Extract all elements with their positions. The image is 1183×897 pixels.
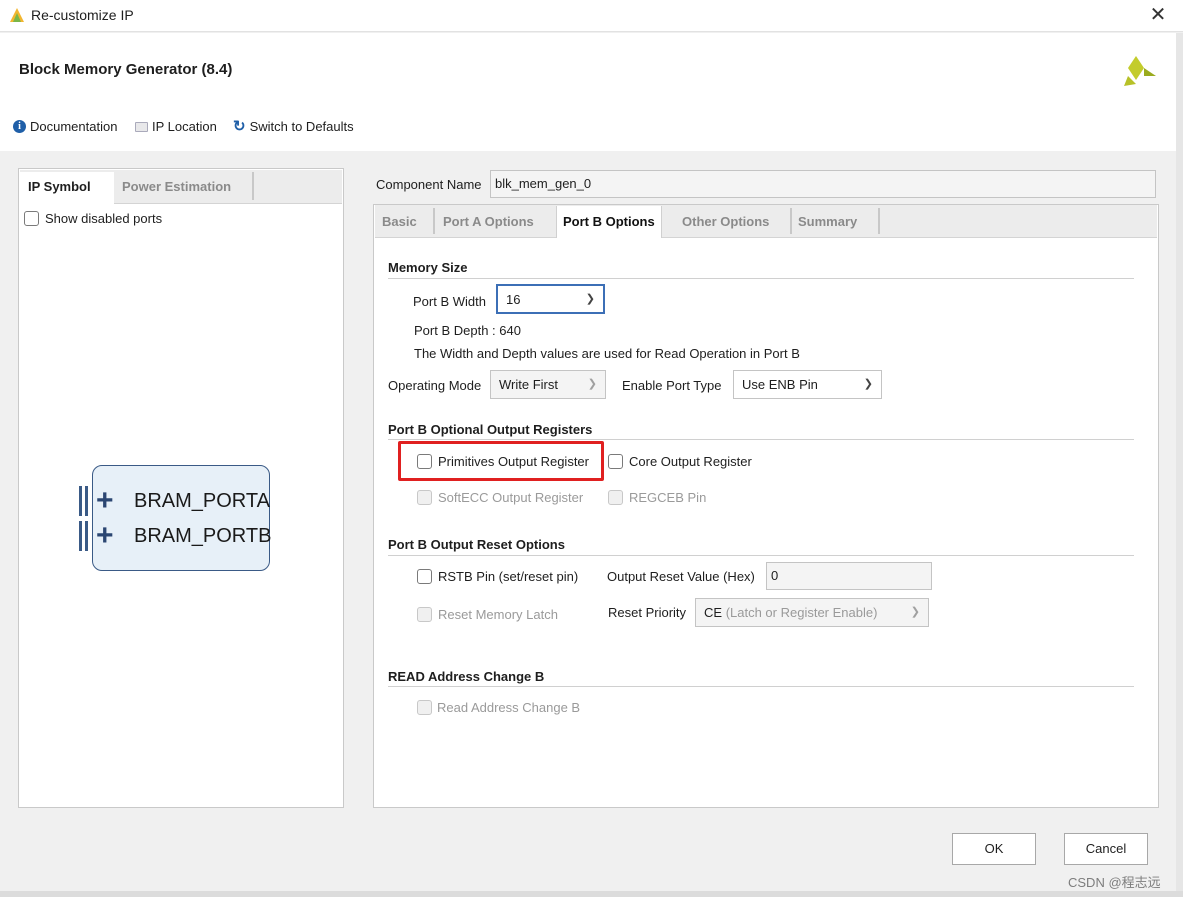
ip-location-label: IP Location [152, 119, 217, 134]
tab-port-b-options[interactable]: Port B Options [556, 206, 662, 238]
width-depth-note: The Width and Depth values are used for … [414, 346, 800, 361]
show-disabled-ports-label: Show disabled ports [45, 211, 163, 226]
switch-defaults-label: Switch to Defaults [249, 119, 354, 134]
read-address-change-checkbox [417, 700, 432, 715]
expand-plus-icon[interactable]: + [96, 486, 114, 516]
read-address-change-label: Read Address Change B [437, 700, 581, 715]
softecc-output-register-label: SoftECC Output Register [438, 490, 584, 505]
tab-divider [878, 208, 880, 234]
rstb-pin-label: RSTB Pin (set/reset pin) [438, 569, 579, 584]
options-panel [373, 204, 1159, 808]
bus-line [85, 486, 88, 516]
component-name-input[interactable]: blk_mem_gen_0 [490, 170, 1156, 198]
regceb-pin-checkbox [608, 490, 623, 505]
reset-priority-select[interactable]: CE (Latch or Register Enable) ❯ [695, 598, 929, 627]
rstb-pin-checkbox[interactable] [417, 569, 432, 584]
expand-plus-icon[interactable]: + [96, 521, 114, 551]
highlight-box [398, 441, 604, 481]
window-edge [0, 891, 1183, 897]
folder-icon [135, 121, 148, 132]
info-icon: i [13, 120, 26, 133]
xilinx-logo-icon [1122, 54, 1158, 88]
enable-port-type-value: Use ENB Pin [742, 377, 818, 392]
window-title: Re-customize IP [31, 7, 134, 23]
port-a-label: BRAM_PORTA [134, 490, 270, 512]
chevron-down-icon: ❯ [863, 378, 873, 390]
port-b-width-label: Port B Width [413, 294, 486, 309]
ok-button[interactable]: OK [952, 833, 1036, 865]
softecc-output-register-checkbox [417, 490, 432, 505]
optional-output-registers-title: Port B Optional Output Registers [388, 422, 593, 437]
window-edge [1176, 33, 1183, 891]
tab-basic[interactable]: Basic [376, 206, 423, 238]
output-reset-value-label: Output Reset Value (Hex) [607, 569, 755, 584]
tab-port-a-options[interactable]: Port A Options [437, 206, 540, 238]
port-b-depth-text: Port B Depth : 640 [414, 323, 521, 338]
documentation-label: Documentation [30, 119, 118, 134]
port-b-label: BRAM_PORTB [134, 525, 272, 547]
port-b-width-select[interactable]: 16 ❯ [496, 284, 605, 314]
show-disabled-ports-checkbox[interactable] [24, 211, 39, 226]
core-output-register-checkbox[interactable] [608, 454, 623, 469]
tab-summary[interactable]: Summary [792, 206, 863, 238]
switch-defaults-link[interactable]: ↻ Switch to Defaults [233, 119, 354, 134]
reset-priority-label: Reset Priority [608, 605, 687, 620]
section-divider [388, 439, 1134, 440]
port-b-width-value: 16 [506, 291, 521, 307]
tab-power-estimation[interactable]: Power Estimation [114, 172, 239, 204]
bus-line [79, 486, 82, 516]
reset-memory-latch-label: Reset Memory Latch [438, 607, 558, 622]
chevron-down-icon: ❯ [910, 606, 920, 618]
operating-mode-select[interactable]: Write First ❯ [490, 370, 606, 399]
chevron-down-icon: ❯ [587, 378, 597, 390]
enable-port-type-label: Enable Port Type [622, 378, 722, 393]
component-name-label: Component Name [376, 177, 482, 192]
tab-other-options[interactable]: Other Options [676, 206, 775, 238]
cancel-button[interactable]: Cancel [1064, 833, 1148, 865]
output-reset-title: Port B Output Reset Options [388, 537, 565, 552]
tab-divider [433, 208, 435, 234]
reset-priority-detail: (Latch or Register Enable) [725, 605, 878, 620]
operating-mode-value: Write First [499, 377, 558, 392]
reset-priority-value: CE [704, 605, 723, 620]
bus-line [79, 521, 82, 551]
enable-port-type-select[interactable]: Use ENB Pin ❯ [733, 370, 882, 399]
tab-divider [252, 172, 254, 200]
tab-ip-symbol[interactable]: IP Symbol [20, 172, 114, 204]
regceb-pin-label: REGCEB Pin [629, 490, 707, 505]
reset-memory-latch-checkbox [417, 607, 432, 622]
bus-line [85, 521, 88, 551]
watermark: CSDN @程志远 [1068, 875, 1161, 890]
chevron-down-icon: ❯ [585, 292, 595, 305]
memory-size-title: Memory Size [388, 260, 468, 275]
section-divider [388, 278, 1134, 279]
core-output-register-label: Core Output Register [629, 454, 752, 469]
page-title: Block Memory Generator (8.4) [19, 61, 233, 78]
close-icon[interactable]: ✕ [1146, 3, 1170, 27]
section-divider [388, 686, 1134, 687]
refresh-icon: ↻ [233, 118, 246, 135]
documentation-link[interactable]: i Documentation [13, 119, 117, 134]
title-bar [0, 0, 1183, 32]
output-reset-value-input[interactable]: 0 [766, 562, 932, 590]
ip-symbol-block [92, 465, 270, 571]
read-address-change-title: READ Address Change B [388, 669, 545, 684]
vivado-logo-icon [9, 7, 26, 24]
section-divider [388, 555, 1134, 556]
ip-location-link[interactable]: IP Location [135, 119, 217, 134]
operating-mode-label: Operating Mode [388, 378, 482, 393]
